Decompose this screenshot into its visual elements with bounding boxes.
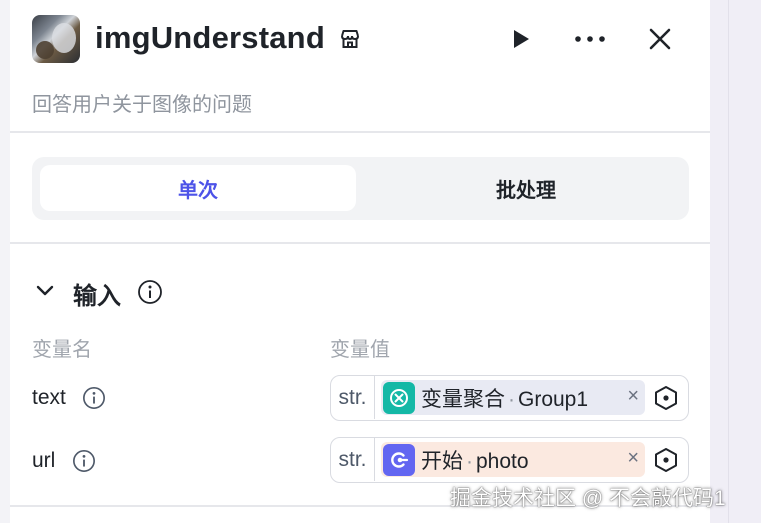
info-icon[interactable]: [137, 279, 163, 305]
variable-reference-chip[interactable]: 变量聚合 · Group1 ×: [381, 380, 645, 415]
variable-name-text: text: [32, 386, 66, 409]
column-header-name: 变量名: [32, 339, 92, 361]
info-icon[interactable]: [82, 386, 106, 410]
watermark: 掘金技术社区 @ 不会敲代码1: [450, 487, 726, 510]
more-button[interactable]: [573, 22, 607, 56]
input-section-title: 输入: [73, 283, 121, 310]
remove-reference-button[interactable]: ×: [627, 447, 639, 470]
run-button[interactable]: [503, 22, 537, 56]
remove-reference-button[interactable]: ×: [627, 385, 639, 408]
header-divider: [10, 131, 710, 133]
variable-picker-icon[interactable]: [653, 447, 679, 473]
type-tag: str.: [331, 438, 375, 481]
play-icon: [514, 30, 529, 48]
variable-reference-chip[interactable]: 开始 · photo ×: [381, 442, 645, 477]
start-node-icon: [383, 443, 415, 476]
store-icon[interactable]: [338, 27, 362, 51]
variable-picker-icon[interactable]: [653, 385, 679, 411]
type-tag: str.: [331, 376, 375, 419]
run-mode-tabs: 单次 批处理: [32, 157, 689, 220]
variable-reference-label: 变量聚合 · Group1: [421, 387, 589, 411]
variable-value-field[interactable]: str. 变量聚合 · Group1 ×: [330, 375, 689, 421]
column-header-value: 变量值: [330, 339, 390, 361]
tab-batch[interactable]: 批处理: [368, 165, 684, 211]
info-icon[interactable]: [72, 449, 96, 473]
chevron-down-icon[interactable]: [34, 280, 56, 302]
variable-value-field[interactable]: str. 开始 · photo ×: [330, 437, 689, 483]
node-test-panel: imgUnderstand 回答用户关于图像的问题 单次 批处理 输入 变量名 …: [10, 0, 710, 523]
variable-merge-icon: [383, 381, 415, 414]
more-icon: [575, 36, 605, 42]
tab-single[interactable]: 单次: [40, 165, 356, 211]
adjacent-panel-edge: [710, 0, 761, 523]
plugin-avatar: [32, 15, 80, 63]
plugin-description: 回答用户关于图像的问题: [32, 94, 252, 116]
close-button[interactable]: [643, 22, 677, 56]
tabs-divider: [10, 242, 710, 244]
page-title: imgUnderstand: [95, 20, 325, 55]
variable-name-url: url: [32, 449, 56, 472]
variable-reference-label: 开始 · photo: [421, 449, 529, 473]
close-icon: [649, 28, 671, 50]
